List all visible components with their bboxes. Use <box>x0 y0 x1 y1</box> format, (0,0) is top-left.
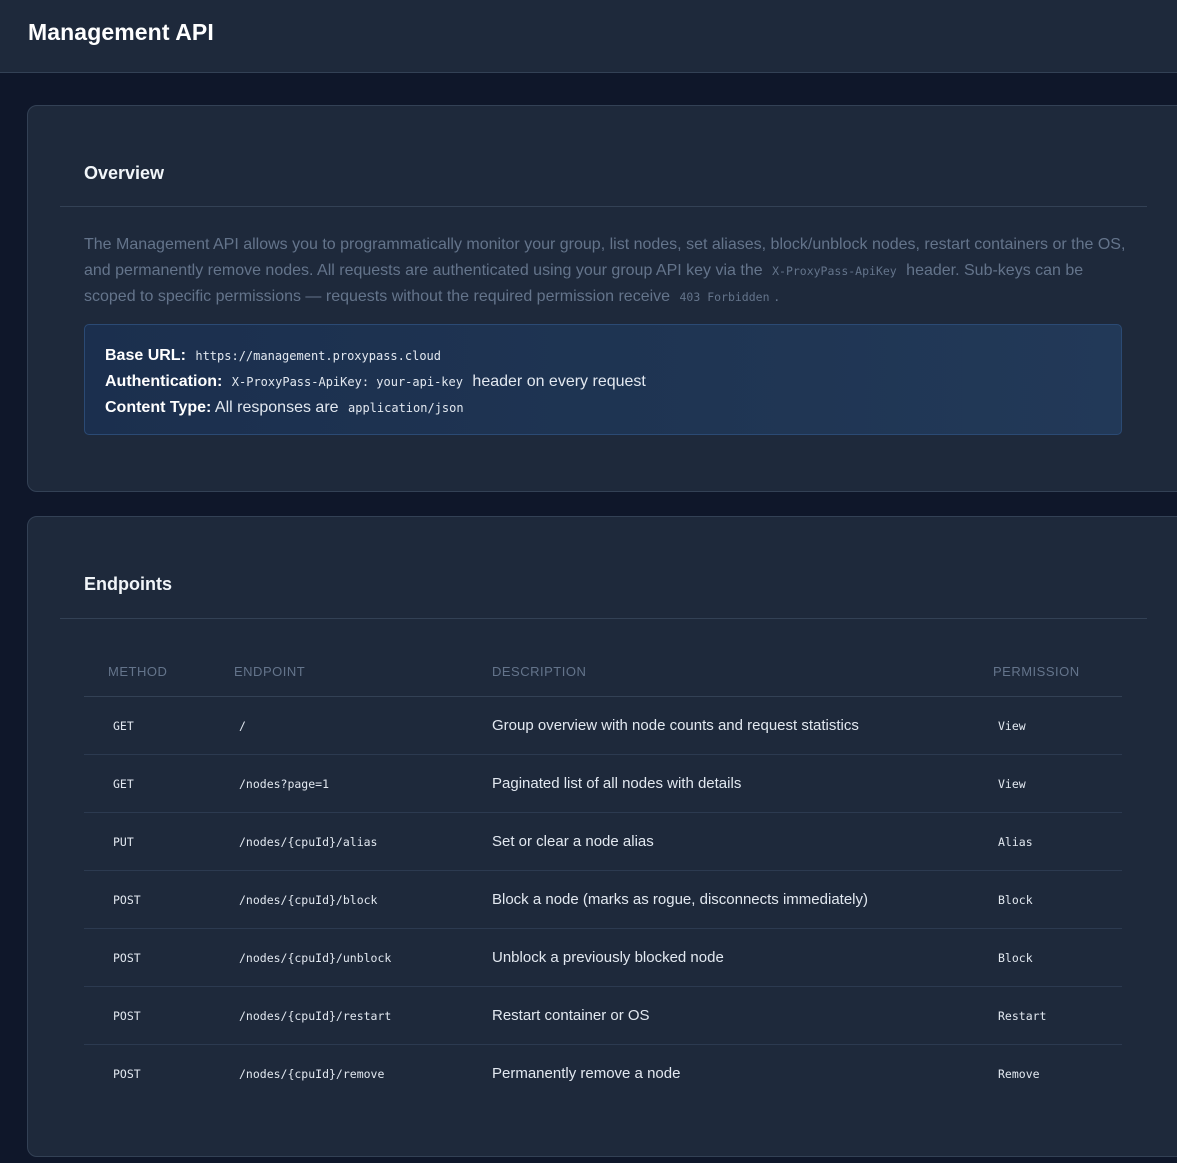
method-code: POST <box>113 892 141 907</box>
endpoint-code: /nodes?page=1 <box>239 776 330 791</box>
content-type-text: All responses are <box>214 399 339 416</box>
permission-cell: View <box>969 754 1122 813</box>
permission-cell: View <box>969 696 1122 755</box>
base-url-value: https://management.proxypass.cloud <box>195 349 441 363</box>
endpoint-code: /nodes/{cpuId}/alias <box>239 834 378 849</box>
table-row: PUT /nodes/{cpuId}/alias Set or clear a … <box>84 812 1122 871</box>
table-row: POST /nodes/{cpuId}/block Block a node (… <box>84 870 1122 929</box>
overview-divider <box>60 206 1147 207</box>
endpoint-cell: /nodes/{cpuId}/remove <box>210 1044 468 1102</box>
endpoints-divider <box>60 618 1147 619</box>
authentication-label: Authentication: <box>105 373 223 390</box>
permission-cell: Alias <box>969 812 1122 871</box>
authentication-value: X-ProxyPass-ApiKey: your-api-key <box>231 375 463 389</box>
api-key-header-code: X-ProxyPass-ApiKey <box>772 263 897 278</box>
table-row: POST /nodes/{cpuId}/remove Permanently r… <box>84 1044 1122 1102</box>
column-header-endpoint: ENDPOINT <box>210 648 468 697</box>
content-type-line: Content Type: All responses are applicat… <box>105 395 1101 421</box>
top-bar: Management API <box>0 0 1177 73</box>
method-cell: GET <box>84 696 210 755</box>
table-row: POST /nodes/{cpuId}/unblock Unblock a pr… <box>84 928 1122 987</box>
endpoints-table: METHOD ENDPOINT DESCRIPTION PERMISSION G… <box>84 648 1122 1102</box>
method-cell: POST <box>84 928 210 987</box>
table-row: GET /nodes?page=1 Paginated list of all … <box>84 754 1122 813</box>
endpoint-code: /nodes/{cpuId}/unblock <box>239 950 392 965</box>
permission-cell: Block <box>969 870 1122 929</box>
base-url-label: Base URL: <box>105 347 186 364</box>
method-cell: POST <box>84 870 210 929</box>
column-header-method: METHOD <box>84 648 210 697</box>
permission-cell: Remove <box>969 1044 1122 1102</box>
overview-card: Overview The Management API allows you t… <box>27 105 1177 492</box>
method-code: POST <box>113 950 141 965</box>
overview-title: Overview <box>84 163 165 183</box>
method-cell: POST <box>84 1044 210 1102</box>
endpoint-code: /nodes/{cpuId}/block <box>239 892 378 907</box>
authentication-suffix: header on every request <box>472 373 646 390</box>
method-cell: POST <box>84 986 210 1045</box>
table-header-row: METHOD ENDPOINT DESCRIPTION PERMISSION <box>84 648 1122 697</box>
method-code: GET <box>113 718 134 733</box>
method-code: POST <box>113 1066 141 1081</box>
column-header-permission: PERMISSION <box>969 648 1122 697</box>
endpoint-cell: /nodes/{cpuId}/unblock <box>210 928 468 987</box>
endpoint-cell: /nodes?page=1 <box>210 754 468 813</box>
content-type-label: Content Type: <box>105 399 212 416</box>
method-cell: GET <box>84 754 210 813</box>
description-cell: Group overview with node counts and requ… <box>468 696 969 755</box>
permission-code: View <box>998 776 1026 791</box>
permission-code: View <box>998 718 1026 733</box>
permission-cell: Restart <box>969 986 1122 1045</box>
endpoints-card: Endpoints METHOD ENDPOINT DESCRIPTION PE… <box>27 516 1177 1157</box>
method-code: POST <box>113 1008 141 1023</box>
permission-cell: Block <box>969 928 1122 987</box>
endpoint-code: /nodes/{cpuId}/remove <box>239 1066 385 1081</box>
permission-code: Restart <box>998 1008 1047 1023</box>
endpoints-title: Endpoints <box>84 574 172 594</box>
endpoint-code: /nodes/{cpuId}/restart <box>239 1008 392 1023</box>
description-cell: Set or clear a node alias <box>468 812 969 871</box>
overview-description: The Management API allows you to program… <box>84 232 1129 311</box>
description-cell: Permanently remove a node <box>492 1064 681 1082</box>
page-title: Management API <box>28 19 214 45</box>
overview-text-3: . <box>774 288 779 305</box>
permission-code: Remove <box>998 1066 1040 1081</box>
endpoint-cell: /nodes/{cpuId}/block <box>210 870 468 929</box>
permission-code: Block <box>998 892 1033 907</box>
table-row: POST /nodes/{cpuId}/restart Restart cont… <box>84 986 1122 1045</box>
description-cell: Paginated list of all nodes with details <box>468 754 969 813</box>
api-info-box: Base URL: https://management.proxypass.c… <box>84 324 1122 435</box>
description-cell: Restart container or OS <box>468 986 969 1045</box>
authentication-line: Authentication: X-ProxyPass-ApiKey: your… <box>105 369 1101 395</box>
forbidden-code: 403 Forbidden <box>679 290 770 304</box>
table-row: GET / Group overview with node counts an… <box>84 696 1122 755</box>
description-cell: Block a node (marks as rogue, disconnect… <box>468 870 969 929</box>
permission-code: Alias <box>998 834 1033 849</box>
method-cell: PUT <box>84 812 210 871</box>
method-code: PUT <box>113 834 134 849</box>
endpoint-cell: /nodes/{cpuId}/alias <box>210 812 468 871</box>
endpoint-cell: /nodes/{cpuId}/restart <box>210 986 468 1045</box>
column-header-description: DESCRIPTION <box>468 648 969 697</box>
content-type-value: application/json <box>348 401 464 415</box>
description-cell: Unblock a previously blocked node <box>468 928 969 987</box>
endpoint-code: / <box>239 718 246 733</box>
base-url-line: Base URL: https://management.proxypass.c… <box>105 343 1101 369</box>
endpoint-cell: / <box>210 696 468 755</box>
permission-code: Block <box>998 950 1033 965</box>
method-code: GET <box>113 776 134 791</box>
